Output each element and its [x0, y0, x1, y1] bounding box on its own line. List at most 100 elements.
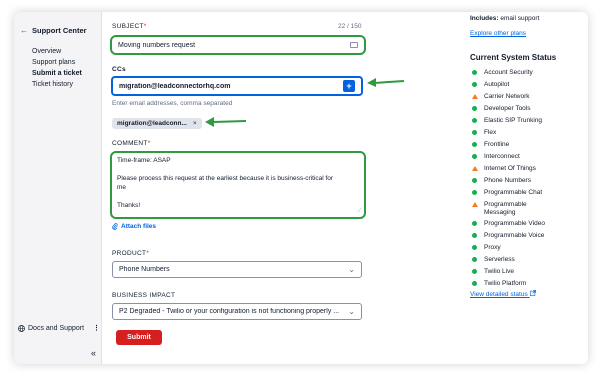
cc-pill: migration@leadconn... × — [112, 118, 202, 129]
status-ok-dot-icon — [472, 281, 477, 286]
status-indicator — [472, 117, 484, 126]
required-mark: * — [146, 250, 150, 257]
chevron-down-icon: ⌄ — [348, 307, 355, 316]
explore-plans-link[interactable]: Explore other plans — [470, 30, 526, 37]
paperclip-icon — [112, 223, 118, 230]
sidebar-item-overview[interactable]: Overview — [32, 46, 82, 57]
product-select[interactable]: Phone Numbers ⌄ — [112, 261, 362, 278]
status-service-name: Serverless — [484, 256, 515, 263]
impact-select[interactable]: P2 Degraded - Twilio or your configurati… — [112, 303, 362, 320]
status-indicator — [472, 189, 484, 198]
cc-value: migration@leadconnectorhq.com — [119, 82, 231, 90]
impact-label: BUSINESS IMPACT — [112, 292, 176, 299]
status-item: Programmable Video — [472, 220, 545, 229]
status-item: Autopilot — [472, 81, 545, 90]
comment-label: COMMENT* — [112, 140, 151, 147]
status-item: Elastic SIP Trunking — [472, 117, 545, 126]
status-indicator — [472, 165, 484, 174]
status-indicator — [472, 141, 484, 150]
status-service-name: Interconnect — [484, 153, 520, 160]
subject-value: Moving numbers request — [118, 41, 196, 49]
product-value: Phone Numbers — [119, 266, 170, 273]
status-service-name: Programmable Video — [484, 220, 545, 227]
status-item: Developer Tools — [472, 105, 545, 114]
status-service-name: Elastic SIP Trunking — [484, 117, 543, 124]
remove-cc-button[interactable]: × — [193, 120, 197, 127]
status-item: Twilio Platform — [472, 280, 545, 289]
add-cc-button[interactable]: + — [343, 80, 355, 92]
comment-textarea[interactable]: Time-frame: ASAP Please process this req… — [110, 151, 366, 219]
sidebar-item-ticket-history[interactable]: Ticket history — [32, 79, 82, 90]
status-service-name: Twilio Platform — [484, 280, 527, 287]
status-item: Frontline — [472, 141, 545, 150]
arrow-left-icon[interactable]: ← — [20, 26, 28, 35]
status-ok-dot-icon — [472, 257, 477, 262]
status-indicator — [472, 220, 484, 229]
status-ok-dot-icon — [472, 154, 477, 159]
attach-files-label: Attach files — [121, 223, 157, 230]
comment-line — [117, 192, 359, 201]
docs-support-label: Docs and Support — [28, 324, 85, 332]
status-ok-dot-icon — [472, 221, 477, 226]
status-ok-dot-icon — [472, 190, 477, 195]
status-service-name: Developer Tools — [484, 105, 531, 112]
status-indicator — [472, 280, 484, 289]
status-ok-dot-icon — [472, 142, 477, 147]
sidebar-item-submit-ticket[interactable]: Submit a ticket — [32, 68, 82, 79]
status-item: Programmable Chat — [472, 189, 545, 198]
status-item: Carrier Network — [472, 93, 545, 102]
status-indicator — [472, 93, 484, 102]
warning-triangle-icon — [472, 166, 478, 171]
globe-icon — [18, 324, 25, 332]
chevron-down-icon: ⌄ — [348, 265, 355, 274]
status-service-name: Internet Of Things — [484, 165, 536, 172]
external-link-icon — [529, 290, 536, 296]
collapse-sidebar-button[interactable]: « — [91, 348, 96, 358]
status-indicator — [472, 153, 484, 162]
status-service-name: Phone Numbers — [484, 177, 531, 184]
attach-files-link[interactable]: Attach files — [112, 223, 156, 230]
status-service-name: Autopilot — [484, 81, 510, 88]
comment-line — [117, 165, 359, 174]
sidebar-item-support-plans[interactable]: Support plans — [32, 57, 82, 68]
status-item: Account Security — [472, 69, 545, 78]
status-ok-dot-icon — [472, 106, 477, 111]
cc-pill-label: migration@leadconn... — [117, 120, 187, 127]
detailed-status-link[interactable]: View detailed status — [470, 290, 536, 298]
status-service-name: Carrier Network — [484, 93, 530, 100]
required-mark: * — [147, 140, 151, 147]
subject-label-text: SUBJECT — [112, 23, 144, 30]
status-item: Internet Of Things — [472, 165, 545, 174]
impact-value: P2 Degraded - Twilio or your configurati… — [119, 308, 340, 315]
required-mark: * — [143, 23, 147, 30]
status-ok-dot-icon — [472, 130, 477, 135]
comment-line: Time-frame: ASAP — [117, 157, 171, 164]
status-indicator — [472, 81, 484, 90]
status-list: Account Security Autopilot Carrier Network… — [472, 69, 545, 292]
right-panel: Includes: email support Explore other pl… — [470, 12, 588, 364]
status-service-name: Flex — [484, 129, 497, 136]
sidebar-header[interactable]: ← Support Center — [20, 26, 87, 35]
submit-button[interactable]: Submit — [116, 330, 162, 345]
status-service-name: Programmable Chat — [484, 189, 543, 196]
status-item: Programmable Messaging — [472, 201, 545, 217]
warning-triangle-icon — [472, 94, 478, 99]
subject-counter: 22 / 150 — [338, 23, 362, 30]
cc-label: CCs — [112, 66, 126, 73]
comment-line: Please process this request at the earli… — [117, 175, 334, 182]
status-ok-dot-icon — [472, 82, 477, 87]
status-ok-dot-icon — [472, 178, 477, 183]
more-vertical-icon[interactable]: ⋮ — [93, 324, 100, 332]
resize-handle-icon[interactable]: ⟋ — [358, 207, 362, 216]
plan-includes: Includes: email support — [470, 15, 539, 22]
includes-value: email support — [500, 15, 540, 22]
status-indicator — [472, 256, 484, 265]
includes-label: Includes: — [470, 15, 499, 22]
app-window: ← Support Center Overview Support plans … — [14, 12, 588, 364]
cc-input[interactable]: migration@leadconnectorhq.com + — [112, 77, 362, 95]
docs-support-menu[interactable]: Docs and Support ⋮ — [18, 324, 100, 332]
status-title: Current System Status — [470, 53, 557, 62]
subject-input[interactable]: Moving numbers request — [110, 35, 366, 55]
comment-line: Thanks! — [117, 202, 141, 209]
status-indicator — [472, 69, 484, 78]
